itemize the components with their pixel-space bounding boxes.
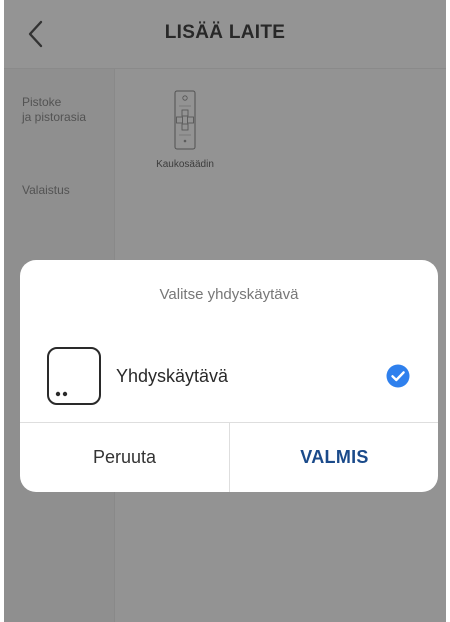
done-button[interactable]: VALMIS: [230, 423, 438, 492]
gateway-option[interactable]: Yhdyskäytävä: [20, 340, 438, 420]
select-gateway-dialog: Valitse yhdyskäytävä Yhdyskäytävä Peruut…: [20, 260, 438, 492]
gateway-icon: [47, 347, 101, 405]
gateway-option-label: Yhdyskäytävä: [116, 366, 229, 386]
dialog-title: Valitse yhdyskäytävä: [159, 286, 299, 303]
cancel-button[interactable]: Peruuta: [20, 423, 229, 492]
checkmark-icon: [386, 364, 410, 388]
